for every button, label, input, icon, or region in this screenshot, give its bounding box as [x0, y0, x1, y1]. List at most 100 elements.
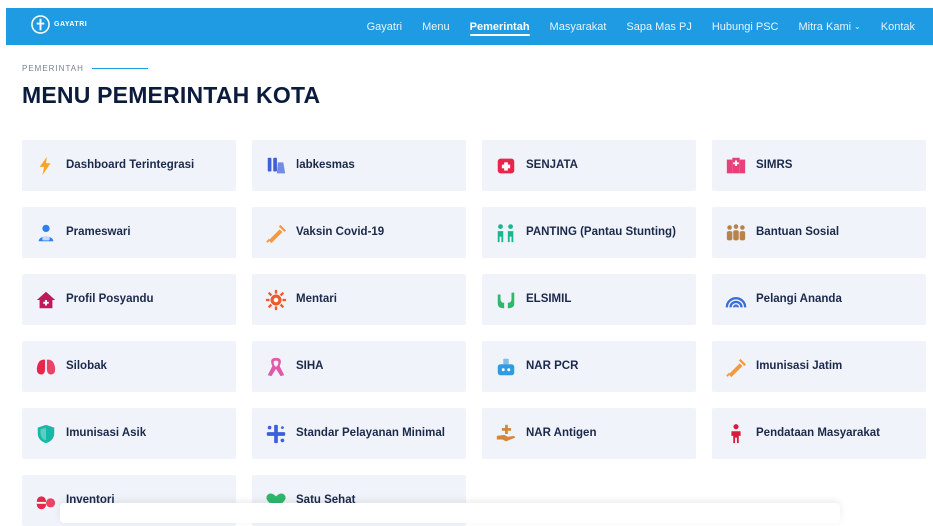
- menu-card-label: SIMRS: [756, 159, 793, 171]
- nav-link-kontak[interactable]: Kontak: [871, 8, 925, 45]
- lab-flask-icon: [264, 154, 288, 178]
- menu-card-label: Pelangi Ananda: [756, 293, 842, 305]
- lab-flask-icon: [267, 157, 286, 173]
- hospital-icon: [724, 154, 748, 178]
- menu-card-standar-pelayanan-minimal[interactable]: Standar Pelayanan Minimal: [252, 408, 466, 459]
- menu-card-imunisasi-asik[interactable]: Imunisasi Asik: [22, 408, 236, 459]
- shield-icon: [37, 424, 55, 443]
- top-navbar: GAYATRI Gayatri Menu Pemerintah Masyarakat S…: [6, 8, 933, 45]
- page-title: MENU PEMERINTAH KOTA: [22, 82, 321, 108]
- menu-card-pendataan-masyarakat[interactable]: Pendataan Masyarakat: [712, 408, 926, 459]
- menu-card-profil-posyandu[interactable]: Profil Posyandu: [22, 274, 236, 325]
- person-icon: [731, 423, 741, 443]
- nav-link-label: Masyarakat: [549, 20, 607, 33]
- sun-icon: [264, 288, 288, 312]
- syringe-icon: [266, 224, 286, 243]
- menu-card-imunisasi-jatim[interactable]: Imunisasi Jatim: [712, 341, 926, 392]
- menu-card-senjata[interactable]: SENJATA: [482, 140, 696, 191]
- nav-link-label: Gayatri: [366, 20, 403, 33]
- menu-card-label: Prameswari: [66, 226, 131, 238]
- family-icon: [497, 223, 514, 242]
- pills-icon: [36, 495, 56, 509]
- people-icon: [726, 223, 746, 240]
- ribbon-icon: [264, 355, 288, 379]
- menu-card-panting-pantau-stunting[interactable]: PANTING (Pantau Stunting): [482, 207, 696, 258]
- menu-card-siha[interactable]: SIHA: [252, 341, 466, 392]
- hands-icon: [497, 292, 515, 308]
- menu-card-label: NAR Antigen: [526, 427, 597, 439]
- section-label: PEMERINTAH: [22, 64, 148, 73]
- brand-logo-text: GAYATRI: [54, 21, 88, 28]
- pills-icon: [34, 489, 58, 513]
- house-medical-icon: [36, 291, 56, 308]
- menu-card-label: PANTING (Pantau Stunting): [526, 226, 676, 238]
- menu-card-label: Standar Pelayanan Minimal: [296, 427, 445, 439]
- nav-link-label: Hubungi PSC: [711, 20, 779, 33]
- lightning-icon: [34, 154, 58, 178]
- menu-card-label: SENJATA: [526, 159, 578, 171]
- sparkle-cross-icon: [266, 424, 286, 443]
- menu-card-dashboard-terintegrasi[interactable]: Dashboard Terintegrasi: [22, 140, 236, 191]
- lungs-icon: [34, 355, 58, 379]
- menu-card-bantuan-sosial[interactable]: Bantuan Sosial: [712, 207, 926, 258]
- menu-card-prameswari[interactable]: Prameswari: [22, 207, 236, 258]
- menu-card-label: ELSIMIL: [526, 293, 572, 305]
- people-icon: [724, 221, 748, 245]
- user-group-icon: [38, 224, 54, 241]
- menu-card-label: Vaksin Covid-19: [296, 226, 385, 238]
- nav-link-mitra-kami[interactable]: Mitra Kami ⌄: [788, 8, 870, 45]
- house-medical-icon: [34, 288, 58, 312]
- hospital-icon: [726, 157, 746, 173]
- nav-link-label: Menu: [422, 20, 450, 33]
- syringe-icon: [264, 221, 288, 245]
- menu-card-label: Pendataan Masyarakat: [756, 427, 881, 439]
- menu-card-label: Mentari: [296, 293, 337, 305]
- brand-logo-icon: [31, 15, 50, 34]
- medical-kit-icon: [494, 154, 518, 178]
- bottom-overlay-panel: [60, 503, 840, 523]
- nav-link-pemerintah[interactable]: Pemerintah: [460, 8, 540, 45]
- test-tube-icon: [494, 355, 518, 379]
- rainbow-icon: [724, 288, 748, 312]
- menu-card-labkesmas[interactable]: labkesmas: [252, 140, 466, 191]
- menu-card-pelangi-ananda[interactable]: Pelangi Ananda: [712, 274, 926, 325]
- lightning-icon: [39, 156, 51, 175]
- menu-card-mentari[interactable]: Mentari: [252, 274, 466, 325]
- syringe-icon: [726, 358, 746, 377]
- section-divider: [91, 68, 148, 69]
- brand-logo[interactable]: GAYATRI: [31, 15, 87, 34]
- rainbow-icon: [725, 296, 747, 308]
- nav-link-hubungi-psc[interactable]: Hubungi PSC: [702, 8, 789, 45]
- shield-icon: [34, 422, 58, 446]
- menu-card-nar-pcr[interactable]: NAR PCR: [482, 341, 696, 392]
- menu-card-label: NAR PCR: [526, 360, 579, 372]
- nav-link-label: Mitra Kami: [798, 20, 852, 33]
- person-icon: [724, 422, 748, 446]
- menu-card-elsimil[interactable]: ELSIMIL: [482, 274, 696, 325]
- nav-link-gayatri[interactable]: Gayatri: [357, 8, 412, 45]
- nav-links: Gayatri Menu Pemerintah Masyarakat Sapa Mas …: [357, 8, 925, 45]
- ribbon-icon: [267, 357, 285, 376]
- sun-icon: [265, 289, 287, 310]
- menu-card-label: SIHA: [296, 360, 324, 372]
- medical-kit-icon: [497, 158, 515, 173]
- nav-link-sapa-mas-pj[interactable]: Sapa Mas PJ: [616, 8, 701, 45]
- menu-card-silobak[interactable]: Silobak: [22, 341, 236, 392]
- user-group-icon: [34, 221, 58, 245]
- menu-card-label: Imunisasi Jatim: [756, 360, 843, 372]
- menu-card-nar-antigen[interactable]: NAR Antigen: [482, 408, 696, 459]
- menu-card-label: Dashboard Terintegrasi: [66, 159, 195, 171]
- hand-medical-icon: [496, 424, 516, 441]
- menu-card-simrs[interactable]: SIMRS: [712, 140, 926, 191]
- section-label-text: PEMERINTAH: [22, 64, 84, 73]
- sparkle-cross-icon: [264, 422, 288, 446]
- family-icon: [494, 221, 518, 245]
- menu-card-label: Imunisasi Asik: [66, 427, 147, 439]
- hands-icon: [494, 288, 518, 312]
- nav-link-menu[interactable]: Menu: [412, 8, 460, 45]
- menu-card-label: Silobak: [66, 360, 107, 372]
- menu-card-vaksin-covid-19[interactable]: Vaksin Covid-19: [252, 207, 466, 258]
- syringe-icon: [724, 355, 748, 379]
- nav-link-masyarakat[interactable]: Masyarakat: [540, 8, 617, 45]
- nav-link-label: Kontak: [880, 20, 915, 33]
